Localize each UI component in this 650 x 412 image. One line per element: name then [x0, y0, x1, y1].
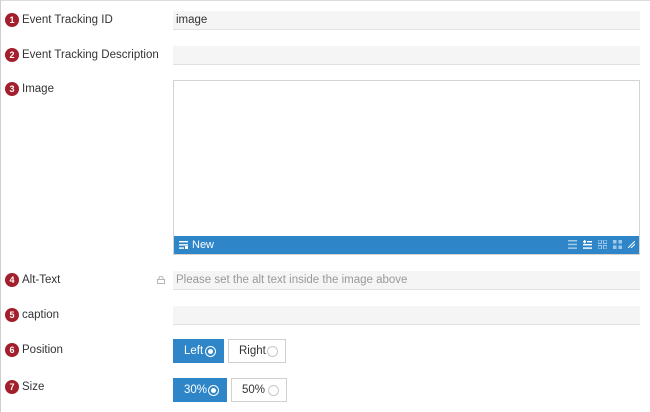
radio-unselected-icon	[268, 385, 279, 396]
event-tracking-description-label: Event Tracking Description	[22, 49, 159, 61]
position-left-option[interactable]: Left	[173, 339, 224, 363]
new-image-button[interactable]: New	[179, 236, 214, 254]
radio-selected-icon	[205, 346, 216, 357]
radio-unselected-icon	[267, 346, 278, 357]
size-30-label: 30%	[184, 384, 208, 396]
event-tracking-description-input[interactable]	[173, 46, 640, 65]
new-image-label: New	[192, 239, 215, 251]
step-badge-5: 5	[5, 308, 19, 322]
image-dropzone[interactable]: New	[173, 80, 640, 255]
alt-text-input[interactable]: Please set the alt text inside the image…	[173, 271, 640, 290]
step-badge-4: 4	[5, 273, 19, 287]
step-badge-7: 7	[5, 380, 19, 394]
event-tracking-id-input[interactable]: image	[173, 11, 640, 30]
grid-add-icon[interactable]	[598, 240, 607, 249]
position-right-label: Right	[239, 345, 266, 357]
size-label: Size	[22, 381, 45, 393]
left-divider	[0, 0, 1, 412]
position-label: Position	[22, 344, 63, 356]
image-toolbar: New	[174, 236, 639, 254]
top-divider	[0, 0, 650, 1]
list-view-icon[interactable]	[568, 240, 577, 249]
alt-text-label: Alt-Text	[22, 274, 61, 286]
event-tracking-id-label: Event Tracking ID	[22, 14, 113, 26]
size-30-option[interactable]: 30%	[173, 378, 227, 402]
step-badge-1: 1	[5, 13, 19, 27]
grid-view-icon[interactable]	[613, 240, 622, 249]
caption-input[interactable]	[173, 306, 640, 325]
step-badge-6: 6	[5, 343, 19, 357]
caption-label: caption	[22, 309, 60, 321]
image-label: Image	[22, 83, 54, 95]
resize-handle-icon[interactable]	[628, 241, 635, 248]
position-right-option[interactable]: Right	[228, 339, 286, 363]
new-list-icon	[179, 241, 188, 249]
size-50-label: 50%	[242, 384, 266, 396]
size-50-option[interactable]: 50%	[231, 378, 287, 402]
lock-icon	[157, 276, 165, 284]
step-badge-3: 3	[5, 82, 19, 96]
position-left-label: Left	[184, 345, 204, 357]
radio-selected-icon	[208, 385, 219, 396]
add-list-icon[interactable]	[583, 240, 592, 249]
step-badge-2: 2	[5, 48, 19, 62]
